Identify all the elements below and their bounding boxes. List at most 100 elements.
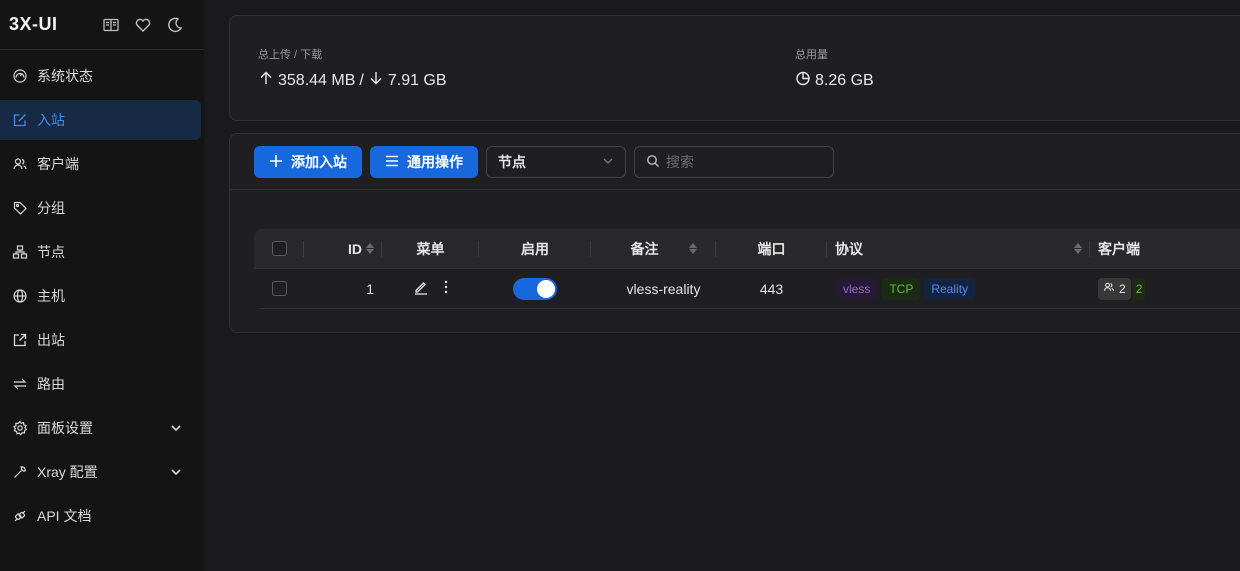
general-actions-label: 通用操作 [407, 154, 463, 170]
toolbar: 添加入站 通用操作 节点 搜索 [254, 146, 834, 178]
total-usage-stat: 总用量 8.26 GB [795, 46, 874, 91]
pie-chart-icon [795, 70, 811, 91]
users-icon [12, 156, 28, 172]
stats-card: 总上传 / 下载 358.44 MB / 7.91 GB 总用量 8.26 GB [229, 15, 1240, 121]
enable-toggle[interactable] [513, 277, 557, 300]
traffic-separator: / [359, 71, 364, 89]
transport-tag: TCP [882, 277, 921, 300]
cell-id-value: 1 [366, 280, 374, 297]
cell-clients: 2 2 [1090, 269, 1240, 308]
chevron-down-icon [602, 154, 614, 170]
sidebar-item-xray-config[interactable]: Xray 配置 [0, 452, 201, 492]
total-usage-value: 8.26 GB [795, 70, 874, 91]
book-icon[interactable] [102, 16, 120, 34]
add-inbound-label: 添加入站 [291, 154, 347, 170]
header-port-label: 端口 [757, 240, 786, 257]
sort-icon [688, 243, 697, 254]
table-header: ID 菜单 启用 备注 端口 协议 客户端 [254, 229, 1240, 269]
edit-square-icon [12, 112, 28, 128]
table-row: 1 vless-reality 443 vless TCP Reality 2 … [254, 269, 1240, 309]
cell-protocol: vless TCP Reality [827, 269, 1090, 308]
clients-count: 2 [1119, 281, 1126, 296]
toggle-knob [537, 279, 555, 298]
moon-icon[interactable] [166, 16, 184, 34]
header-id-label: ID [348, 240, 362, 257]
inbounds-table: ID 菜单 启用 备注 端口 协议 客户端 1 vless-reality 44… [254, 229, 1240, 309]
cell-menu [382, 269, 479, 308]
cell-port: 443 [716, 269, 827, 308]
header-menu-label: 菜单 [416, 240, 445, 257]
sidebar-item-nodes[interactable]: 节点 [0, 232, 201, 272]
header-remark[interactable]: 备注 [591, 229, 716, 268]
brand-row: 3X-UI [0, 0, 204, 50]
edit-icon[interactable] [413, 279, 429, 298]
add-inbound-button[interactable]: 添加入站 [254, 146, 362, 178]
cell-remark: vless-reality [591, 269, 716, 308]
header-clients-label: 客户端 [1098, 240, 1140, 257]
tool-icon [12, 464, 28, 480]
chevron-down-icon [169, 465, 183, 479]
menu-icon [385, 154, 399, 171]
toolbar-divider [230, 189, 1240, 190]
protocol-tag: vless [835, 277, 879, 300]
sidebar-item-label: 主机 [37, 288, 65, 304]
row-checkbox[interactable] [271, 281, 287, 296]
header-clients: 客户端 [1090, 229, 1240, 268]
arrow-down-icon [368, 70, 384, 91]
header-id[interactable]: ID [304, 229, 382, 268]
sidebar-item-api-docs[interactable]: API 文档 [0, 496, 201, 536]
general-actions-button[interactable]: 通用操作 [370, 146, 478, 178]
select-all-checkbox[interactable] [271, 241, 287, 256]
more-vertical-icon[interactable] [443, 279, 449, 298]
sidebar-item-outbounds[interactable]: 出站 [0, 320, 201, 360]
sidebar-item-system-status[interactable]: 系统状态 [0, 56, 201, 96]
sidebar-item-routing[interactable]: 路由 [0, 364, 201, 404]
sidebar-item-clients[interactable]: 客户端 [0, 144, 201, 184]
node-select[interactable]: 节点 [486, 146, 626, 178]
sidebar-item-label: 客户端 [37, 156, 79, 172]
search-placeholder: 搜索 [666, 154, 694, 170]
total-usage-label: 总用量 [795, 49, 828, 61]
brand-icons [102, 16, 184, 34]
swap-icon [12, 376, 28, 392]
download-value: 7.91 GB [387, 71, 447, 89]
arrow-up-icon [258, 70, 274, 91]
traffic-label: 总上传 / 下载 [258, 49, 323, 61]
header-menu: 菜单 [382, 229, 479, 268]
app-title: 3X-UI [9, 14, 58, 34]
sidebar-item-label: 出站 [37, 332, 65, 348]
api-icon [12, 508, 28, 524]
globe-icon [12, 288, 28, 304]
sort-icon [1074, 243, 1082, 254]
gear-icon [12, 420, 28, 436]
sidebar-item-label: 系统状态 [37, 68, 93, 84]
total-usage-amount: 8.26 GB [815, 71, 874, 89]
clients-badge[interactable]: 2 [1098, 277, 1131, 300]
header-select-all [254, 229, 304, 268]
sidebar-item-panel-settings[interactable]: 面板设置 [0, 408, 201, 448]
cell-id: 1 [304, 269, 382, 308]
sidebar-item-groups[interactable]: 分组 [0, 188, 201, 228]
sidebar-item-label: API 文档 [37, 508, 92, 524]
sidebar-nav: 系统状态 入站 客户端 分组 节点 主机 出站 路由 面板设置 Xray 配置 … [0, 50, 204, 536]
search-input[interactable]: 搜索 [634, 146, 834, 178]
sidebar-item-label: 分组 [37, 200, 65, 216]
sidebar-item-label: Xray 配置 [37, 464, 98, 480]
sidebar-item-label: 入站 [37, 112, 65, 128]
sidebar-item-hosts[interactable]: 主机 [0, 276, 201, 316]
traffic-stat: 总上传 / 下载 358.44 MB / 7.91 GB [258, 46, 447, 91]
sidebar-item-label: 节点 [37, 244, 65, 260]
inbounds-card: 添加入站 通用操作 节点 搜索 ID 菜单 启用 备注 端口 协议 客户端 1 … [229, 133, 1240, 333]
heart-icon[interactable] [134, 16, 152, 34]
sidebar-item-inbounds[interactable]: 入站 [0, 100, 201, 140]
sort-icon [366, 243, 374, 254]
row-select [254, 269, 304, 308]
header-protocol[interactable]: 协议 [827, 229, 1090, 268]
upload-value: 358.44 MB [278, 71, 356, 89]
clients-online-badge: 2 [1132, 277, 1146, 300]
cell-enable [479, 269, 591, 308]
dashboard-icon [12, 68, 28, 84]
sidebar-item-label: 面板设置 [37, 420, 93, 436]
header-enable: 启用 [479, 229, 591, 268]
cluster-icon [12, 244, 28, 260]
